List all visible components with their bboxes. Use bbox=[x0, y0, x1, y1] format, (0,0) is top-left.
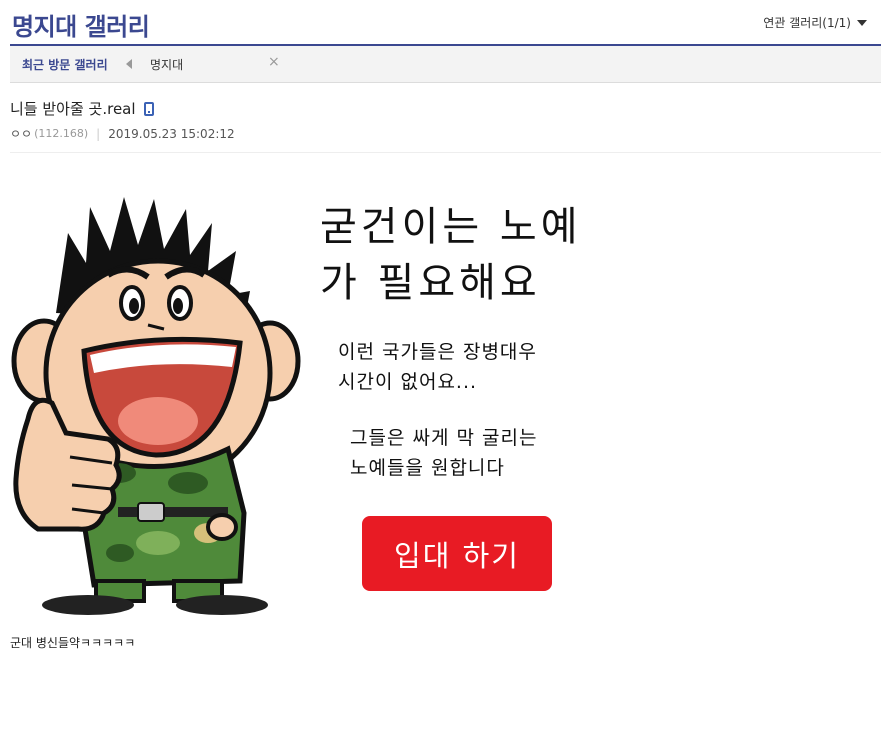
post-title: 니들 받아줄 곳.real bbox=[10, 98, 154, 119]
poster-paragraph-2-line2: 노예들을 원합니다 bbox=[350, 457, 505, 479]
poster-paragraph-2: 그들은 싸게 막 굴리는 노예들을 원합니다 bbox=[350, 423, 537, 483]
chevron-left-icon[interactable] bbox=[126, 59, 132, 69]
mobile-icon bbox=[143, 101, 154, 116]
recent-gallery-link[interactable]: 명지대 bbox=[150, 56, 183, 73]
recent-visited-label: 최근 방문 갤러리 bbox=[22, 58, 108, 72]
gallery-title[interactable]: 명지대 갤러리 bbox=[12, 7, 150, 42]
close-icon[interactable]: × bbox=[268, 54, 280, 70]
post-datetime: 2019.05.23 15:02:12 bbox=[108, 126, 235, 141]
poster-paragraph-1: 이런 국가들은 장병대우 시간이 없어요... bbox=[338, 337, 537, 397]
recent-visited-bar: 최근 방문 갤러리 명지대 × bbox=[10, 46, 881, 83]
post-author-ip: (112.168) bbox=[34, 127, 89, 140]
meta-divider bbox=[10, 152, 881, 153]
poster-paragraph-1-line1: 이런 국가들은 장병대우 bbox=[338, 341, 537, 363]
enlist-button: 입대 하기 bbox=[362, 516, 552, 591]
meta-separator: | bbox=[96, 126, 101, 141]
poster-paragraph-1-line2: 시간이 없어요... bbox=[338, 371, 478, 393]
post-title-text: 니들 받아줄 곳.real bbox=[10, 100, 136, 118]
poster-paragraph-2-line1: 그들은 싸게 막 굴리는 bbox=[350, 427, 538, 449]
poster-image[interactable]: 굳건이는 노예 가 필요해요 이런 국가들은 장병대우 시간이 없어요... 그… bbox=[8, 193, 606, 615]
poster-headline-line2: 가 필요해요 bbox=[320, 260, 541, 306]
post-body-text: 군대 병신들약ㅋㅋㅋㅋㅋ bbox=[10, 636, 136, 650]
related-gallery-label: 연관 갤러리(1/1) bbox=[763, 16, 851, 30]
post-author[interactable]: ㅇㅇ bbox=[10, 125, 32, 142]
related-gallery-dropdown[interactable]: 연관 갤러리(1/1) bbox=[763, 14, 867, 31]
gallery-header: 명지대 갤러리 연관 갤러리(1/1) bbox=[0, 0, 881, 46]
poster-headline-line1: 굳건이는 노예 bbox=[320, 204, 582, 250]
caret-down-icon bbox=[857, 19, 867, 26]
soldier-cartoon-icon bbox=[11, 197, 301, 615]
poster-headline: 굳건이는 노예 가 필요해요 bbox=[320, 199, 582, 311]
post-meta: ㅇㅇ (112.168) | 2019.05.23 15:02:12 bbox=[10, 125, 235, 142]
